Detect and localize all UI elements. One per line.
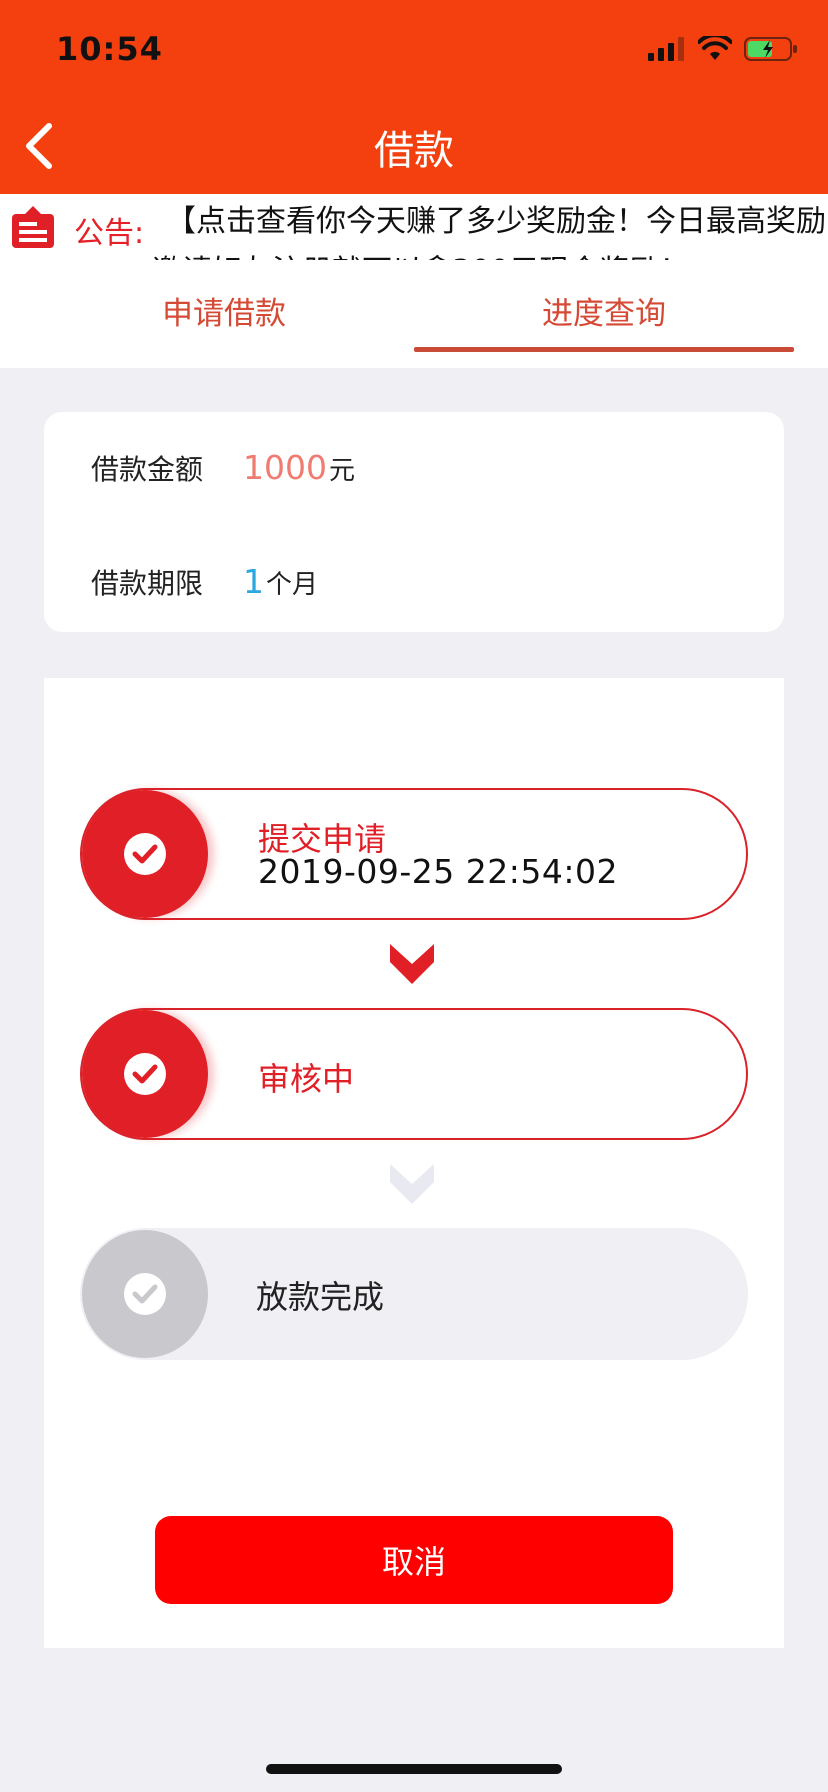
loan-amount-unit: 元 — [328, 456, 355, 486]
tab-progress-query[interactable]: 进度查询 — [542, 288, 666, 333]
tab-bar: 申请借款 进度查询 — [0, 260, 828, 368]
wifi-icon — [698, 36, 732, 60]
check-circle-icon — [132, 844, 158, 864]
status-time: 10:54 — [56, 30, 163, 68]
signal-icon — [648, 37, 684, 61]
step-status-circle — [82, 1010, 208, 1138]
check-circle-icon — [132, 1064, 158, 1084]
step-title: 审核中 — [258, 1060, 355, 1098]
chevron-down-icon — [390, 1164, 434, 1204]
loan-amount-value: 1000 — [243, 448, 327, 487]
step-timestamp: 2019-09-25 22:54:02 — [258, 852, 618, 891]
home-indicator[interactable] — [266, 1764, 562, 1774]
loan-term-label: 借款期限 — [91, 567, 204, 600]
tab-apply-loan[interactable]: 申请借款 — [162, 288, 286, 333]
megaphone-icon — [12, 206, 54, 248]
chevron-down-icon — [390, 944, 434, 984]
loan-amount-label: 借款金额 — [91, 453, 204, 486]
step-submit-application: 提交申请 2019-09-25 22:54:02 — [80, 788, 748, 920]
step-title: 放款完成 — [256, 1278, 385, 1316]
active-tab-indicator — [414, 347, 794, 352]
status-icons — [648, 36, 798, 62]
loan-info-card: 借款金额 1000 元 借款期限 1 个月 — [44, 412, 784, 632]
page-title: 借款 — [374, 128, 454, 174]
step-status-circle — [82, 1230, 208, 1358]
announcement-text-2: 邀请好友注册就可以拿300元现金奖励！ — [152, 246, 689, 260]
step-under-review: 审核中 — [80, 1008, 748, 1140]
announcement-bar[interactable]: 公告: 【点击查看你今天赚了多少奖励金！今日最高奖励 邀请好友注册就可以拿300… — [0, 194, 828, 260]
loan-term-unit: 个月 — [266, 570, 319, 600]
step-status-circle — [82, 790, 208, 918]
loan-amount-row: 借款金额 1000 元 — [91, 448, 355, 488]
progress-panel: 提交申请 2019-09-25 22:54:02 审核中 放款完成 取消 — [44, 678, 784, 1648]
check-circle-icon — [132, 1284, 158, 1304]
step-loan-disbursed: 放款完成 — [80, 1228, 748, 1360]
loan-progress-page: 10:54 借款 公告: 【点击查看你今天赚了多少奖励金！今日最高奖励 申请借款… — [0, 0, 828, 1792]
cancel-button[interactable]: 取消 — [155, 1516, 673, 1604]
loan-term-row: 借款期限 1 个月 — [91, 562, 318, 602]
header-bar: 10:54 借款 — [0, 0, 828, 194]
loan-term-value: 1 — [243, 562, 264, 601]
announcement-text: 【点击查看你今天赚了多少奖励金！今日最高奖励 — [166, 204, 826, 239]
battery-icon — [744, 37, 797, 61]
announcement-label: 公告: — [74, 216, 145, 251]
